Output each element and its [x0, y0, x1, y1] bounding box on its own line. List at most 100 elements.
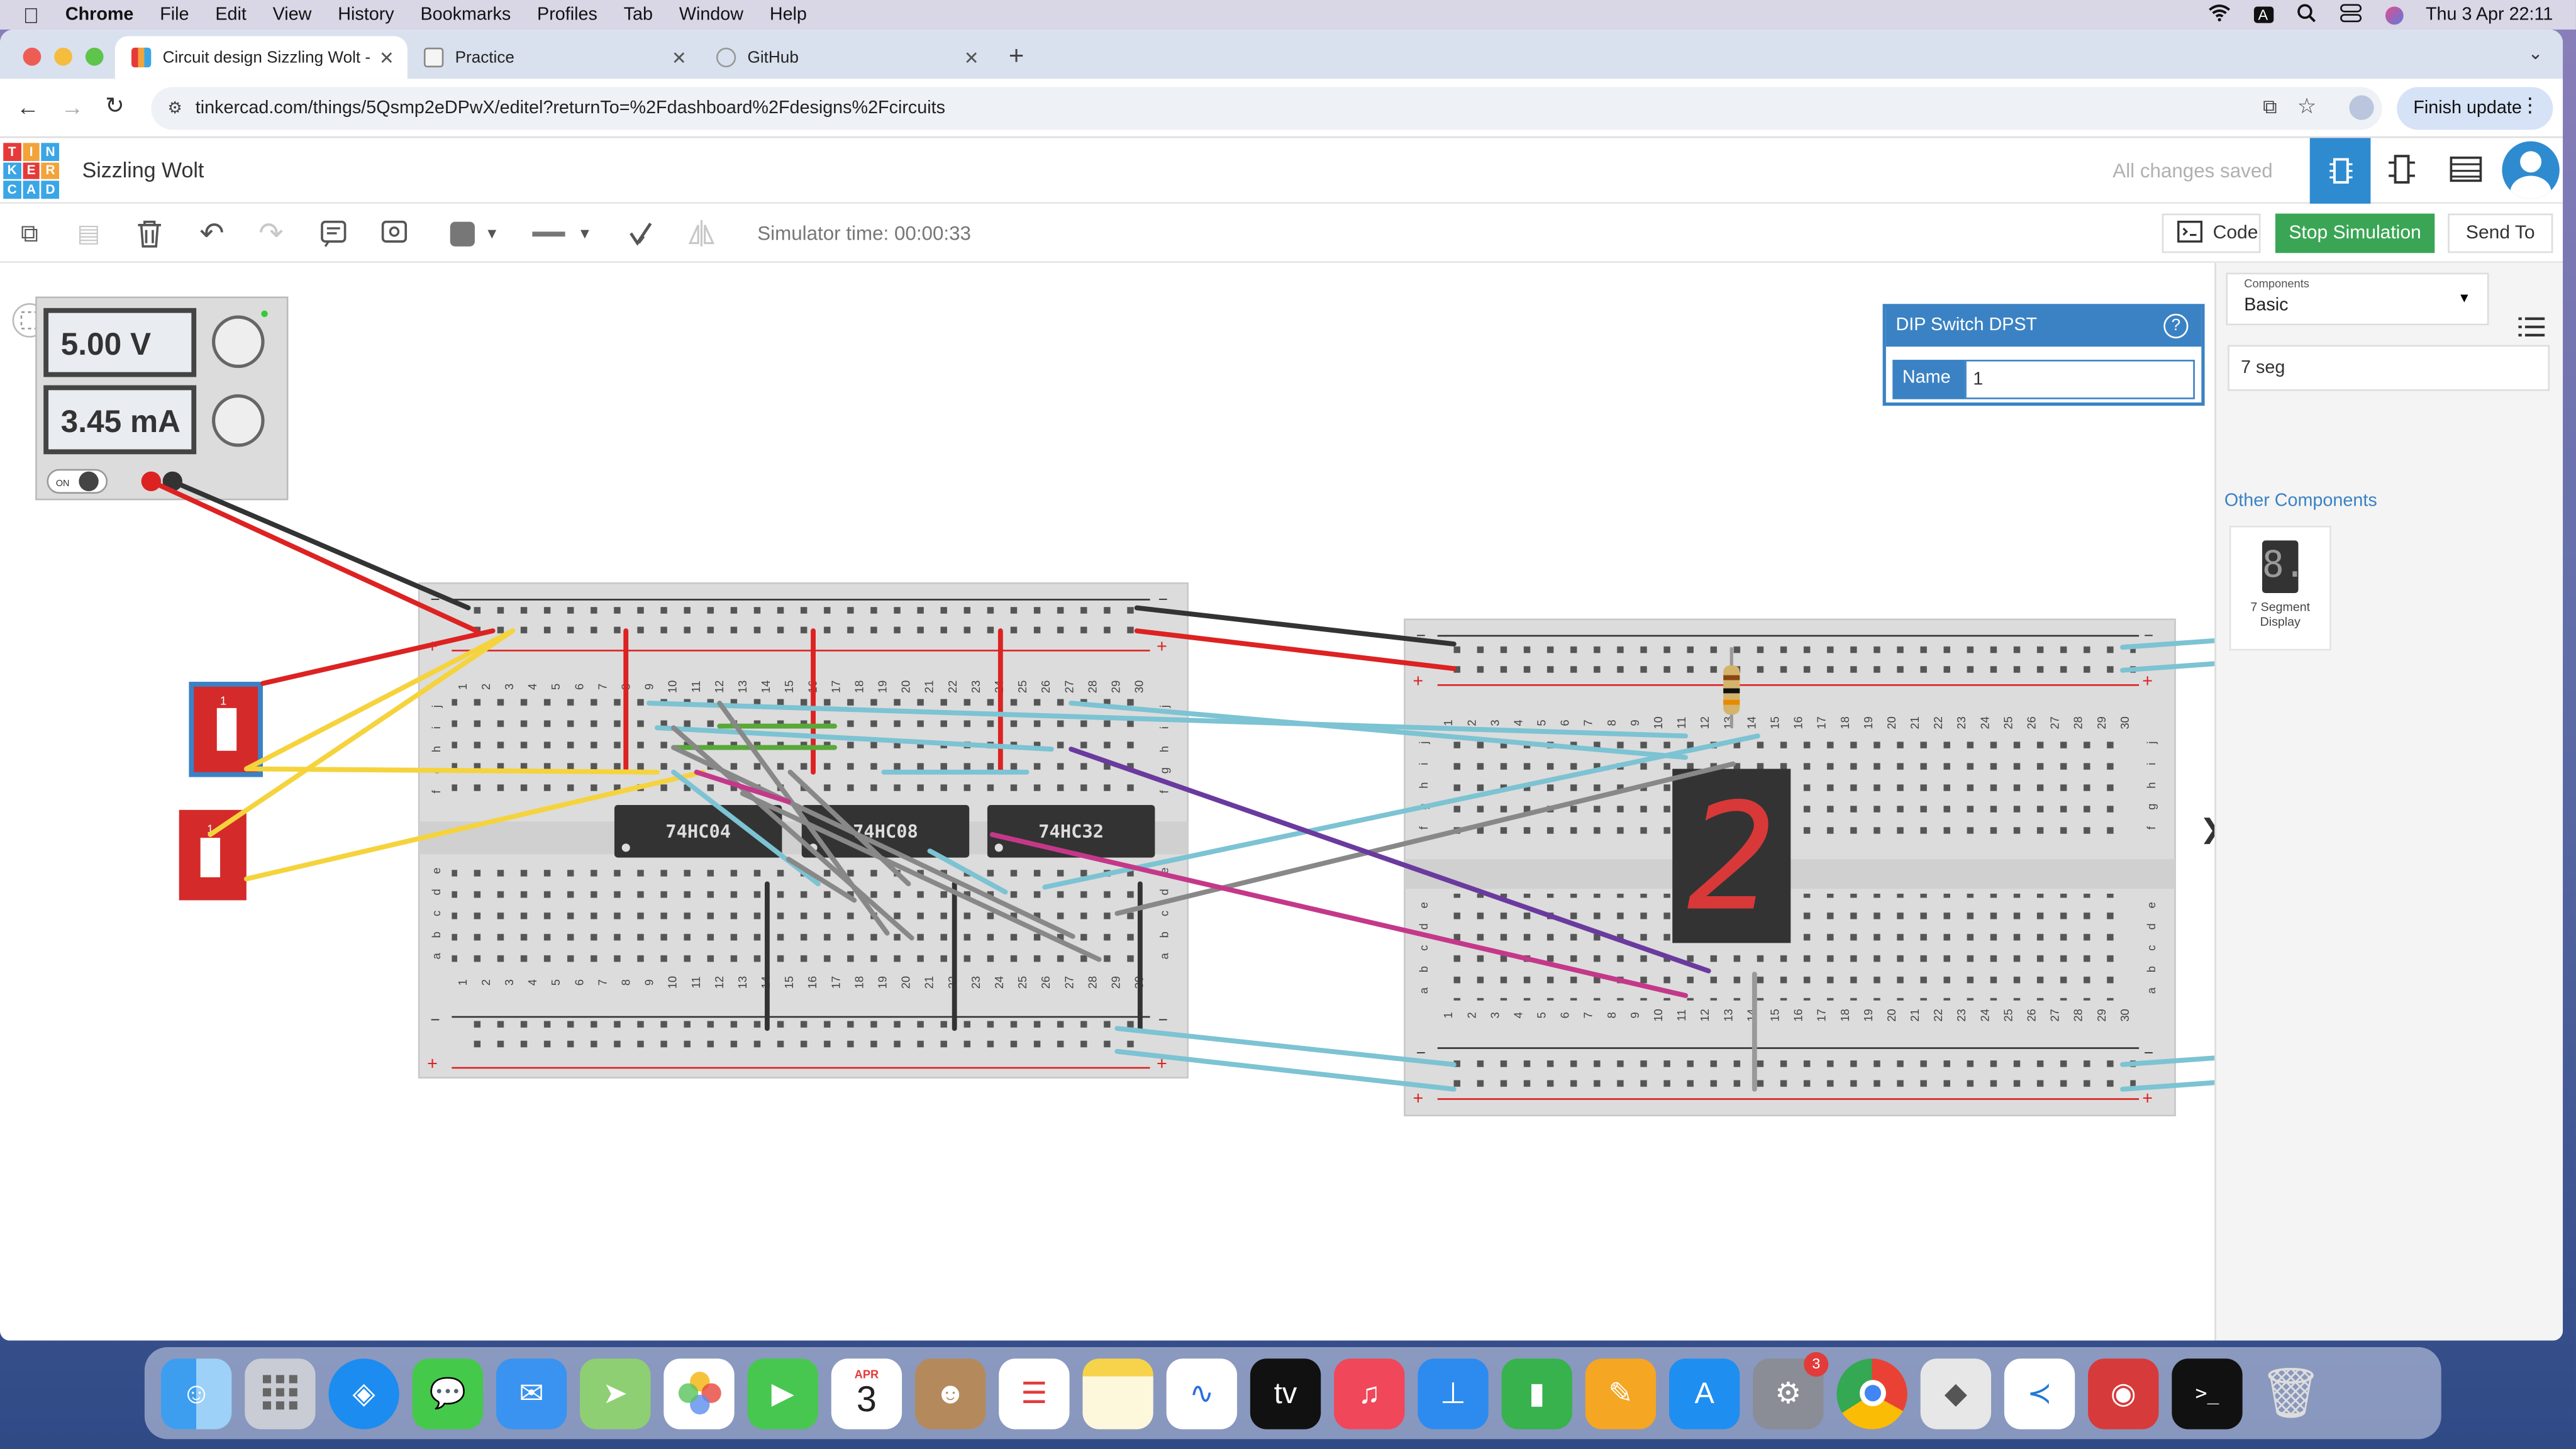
dip-switch-1[interactable]: 1: [189, 682, 263, 777]
freeform-icon[interactable]: ∿: [1166, 1357, 1237, 1429]
launchpad-icon[interactable]: [245, 1357, 316, 1429]
apple-icon[interactable]: : [23, 3, 39, 27]
seven-segment-display-card[interactable]: 8. 7 Segment Display: [2229, 525, 2331, 651]
paste-icon[interactable]: ▤: [69, 214, 109, 253]
notes-icon[interactable]: [1082, 1357, 1153, 1429]
siri-icon[interactable]: [2384, 6, 2403, 24]
flip-icon[interactable]: [682, 214, 721, 253]
close-tab-icon[interactable]: ✕: [379, 47, 394, 68]
keynote-icon[interactable]: ⊥: [1418, 1357, 1489, 1429]
menu-view[interactable]: View: [273, 5, 312, 25]
input-source-icon[interactable]: A: [2253, 6, 2273, 23]
power-supply[interactable]: 5.00 V 3.45 mA ON: [35, 296, 289, 501]
reminders-icon[interactable]: ☰: [999, 1357, 1070, 1429]
url-field[interactable]: ⚙ tinkercad.com/things/5Qsmp2eDPwX/edite…: [151, 87, 2382, 130]
clock[interactable]: Thu 3 Apr 22:11: [2426, 5, 2553, 25]
vscode-icon[interactable]: ≺: [2004, 1357, 2075, 1429]
wire[interactable]: [170, 479, 471, 611]
install-app-icon[interactable]: ⧉: [2263, 96, 2277, 120]
forward-icon[interactable]: →: [61, 94, 84, 120]
component-list-button[interactable]: [2450, 156, 2482, 191]
finish-update-button[interactable]: Finish update ⋮: [2397, 87, 2553, 130]
menu-bookmarks[interactable]: Bookmarks: [420, 5, 511, 25]
undo-icon[interactable]: ↶: [192, 214, 232, 253]
tab-github[interactable]: GitHub ✕: [700, 36, 992, 79]
dip-switch-2[interactable]: 1: [179, 809, 247, 901]
app-store-icon[interactable]: A: [1668, 1357, 1740, 1429]
help-icon[interactable]: ?: [2163, 313, 2189, 339]
chip-74hc04[interactable]: 74HC04: [614, 804, 782, 858]
copy-icon[interactable]: ⧉: [10, 214, 50, 253]
apple-tv-icon[interactable]: tv: [1250, 1357, 1321, 1429]
back-icon[interactable]: ←: [16, 94, 40, 120]
name-input[interactable]: 1: [1965, 360, 2195, 399]
menu-app-name[interactable]: Chrome: [65, 5, 134, 25]
spotlight-icon[interactable]: [2296, 3, 2316, 27]
chip-74hc32[interactable]: 74HC32: [987, 804, 1155, 858]
wire[interactable]: [148, 479, 479, 634]
menu-window[interactable]: Window: [679, 5, 743, 25]
tab-practice[interactable]: Practice ✕: [408, 36, 700, 79]
redo-icon[interactable]: ↷: [252, 214, 291, 253]
wire[interactable]: [243, 766, 660, 775]
project-name[interactable]: Sizzling Wolt: [82, 158, 204, 182]
messages-icon[interactable]: 💬: [412, 1357, 483, 1429]
current-knob[interactable]: [211, 394, 265, 447]
menu-profiles[interactable]: Profiles: [537, 5, 597, 25]
safari-icon[interactable]: ◈: [328, 1357, 399, 1429]
minimize-window-button[interactable]: [54, 47, 72, 66]
calendar-icon[interactable]: APR 3: [831, 1357, 902, 1429]
list-view-icon[interactable]: [2518, 316, 2545, 345]
components-dropdown[interactable]: Components Basic ▼: [2226, 272, 2489, 326]
finder-icon[interactable]: ☺: [160, 1357, 232, 1429]
reload-icon[interactable]: ↻: [105, 92, 125, 119]
wifi-icon[interactable]: [2207, 3, 2231, 26]
power-toggle[interactable]: [79, 471, 99, 492]
notes-visibility-icon[interactable]: [375, 214, 414, 253]
mail-icon[interactable]: ✉: [496, 1357, 567, 1429]
system-settings-icon[interactable]: ⚙ 3: [1753, 1351, 1829, 1429]
trash-icon[interactable]: 🗑: [2256, 1358, 2326, 1428]
menu-help[interactable]: Help: [770, 5, 807, 25]
photos-icon[interactable]: [663, 1357, 735, 1429]
new-tab-button[interactable]: +: [992, 36, 1041, 79]
close-window-button[interactable]: [23, 47, 42, 66]
component-search-input[interactable]: 7 seg: [2228, 345, 2550, 391]
stop-simulation-button[interactable]: Stop Simulation: [2275, 213, 2435, 253]
profile-icon[interactable]: [2349, 95, 2374, 120]
maps-icon[interactable]: ➤: [580, 1357, 651, 1429]
code-button[interactable]: Code: [2162, 213, 2261, 253]
menu-history[interactable]: History: [338, 5, 394, 25]
menu-file[interactable]: File: [160, 5, 189, 25]
wire-type-dropdown[interactable]: ▼: [523, 214, 601, 253]
photo-booth-icon[interactable]: ◉: [2088, 1357, 2159, 1429]
circuit-view-button[interactable]: [2309, 138, 2371, 204]
close-tab-icon[interactable]: ✕: [672, 47, 687, 68]
circuit-canvas[interactable]: 5.00 V 3.45 mA ON − + − + − + − + 1 2 3 …: [0, 262, 2222, 1341]
send-to-button[interactable]: Send To: [2448, 213, 2553, 253]
roblox-icon[interactable]: ◆: [1920, 1357, 1991, 1429]
schematic-view-button[interactable]: [2385, 153, 2418, 194]
numbers-icon[interactable]: ▮: [1501, 1357, 1572, 1429]
contacts-icon[interactable]: ☻: [914, 1357, 986, 1429]
facetime-icon[interactable]: ▶: [747, 1357, 818, 1429]
close-tab-icon[interactable]: ✕: [964, 47, 979, 68]
more-menu-icon[interactable]: ⋮: [2520, 94, 2540, 117]
tab-search-icon[interactable]: ⌄: [2528, 43, 2543, 64]
delete-icon[interactable]: [130, 214, 169, 253]
circuit-drawing[interactable]: 5.00 V 3.45 mA ON − + − + − + − + 1 2 3 …: [0, 263, 2218, 1341]
menu-edit[interactable]: Edit: [215, 5, 247, 25]
music-icon[interactable]: ♫: [1334, 1357, 1405, 1429]
menu-tab[interactable]: Tab: [624, 5, 653, 25]
voltage-knob[interactable]: [211, 315, 265, 369]
tab-circuit-design[interactable]: Circuit design Sizzling Wolt - ✕: [114, 36, 408, 79]
chrome-icon[interactable]: [1836, 1357, 1907, 1429]
note-icon[interactable]: [314, 214, 353, 253]
bookmark-star-icon[interactable]: ☆: [2297, 94, 2316, 120]
color-dropdown[interactable]: ▼: [440, 214, 509, 253]
site-info-icon[interactable]: ⚙: [167, 99, 182, 118]
control-center-icon[interactable]: [2339, 3, 2362, 27]
zoom-window-button[interactable]: [85, 47, 104, 66]
pages-icon[interactable]: ✎: [1585, 1357, 1657, 1429]
seven-segment-display[interactable]: 2: [1672, 769, 1791, 944]
